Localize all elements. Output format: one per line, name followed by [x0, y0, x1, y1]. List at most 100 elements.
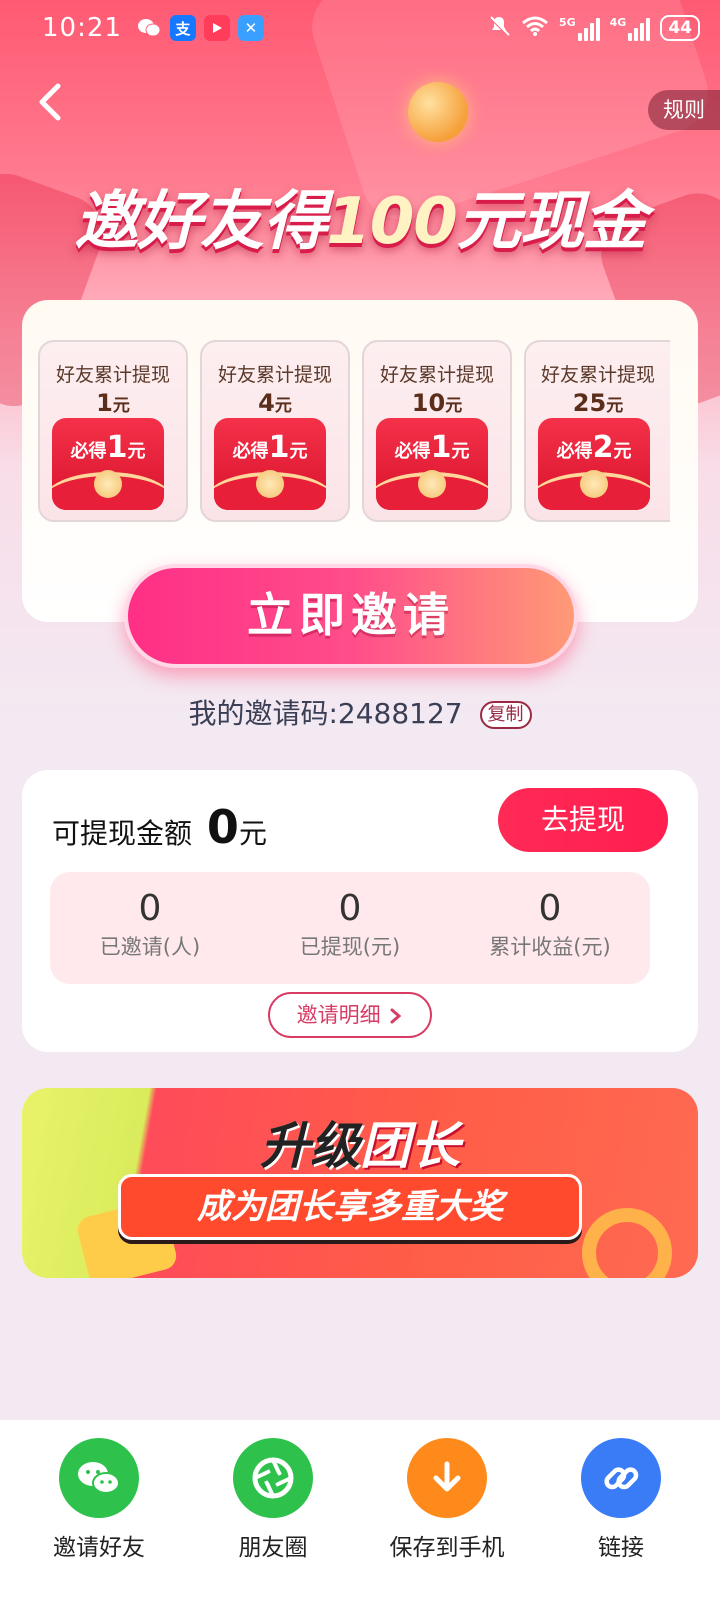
app-notification-icon: ✕ [237, 15, 264, 41]
network-type: 5G [558, 15, 576, 29]
network-type: 4G [609, 15, 627, 29]
banner-title-accent: 团长 [360, 1117, 460, 1175]
reward-tier: 好友累计提现 1元 必得1元 [38, 340, 188, 522]
banner-title-text: 升级 [260, 1117, 360, 1175]
tier-label: 好友累计提现 [217, 364, 332, 386]
stat-label: 已提现(元) [299, 935, 401, 959]
withdrawable-label: 可提现金额 [52, 817, 193, 850]
stat-value: 0 [138, 888, 162, 929]
battery-indicator: 44 [660, 15, 700, 41]
tier-amount-unit: 元 [274, 396, 292, 416]
reward-tier: 好友累计提现 4元 必得1元 [200, 340, 350, 522]
tier-amount-unit: 元 [606, 396, 624, 416]
banner-decoration [582, 1208, 672, 1278]
reward-prefix: 必得 [556, 441, 593, 462]
stat-total-earnings: 0 累计收益(元) [450, 872, 650, 984]
wifi-icon [521, 15, 549, 41]
tier-amount-value: 4 [258, 389, 275, 417]
invite-code-label: 我的邀请码: [188, 697, 338, 730]
reward-unit: 元 [451, 441, 470, 462]
stat-label: 已邀请(人) [99, 935, 201, 959]
moments-icon [233, 1438, 313, 1518]
tier-amount-value: 1 [96, 389, 113, 417]
red-envelope-icon: 必得1元 [376, 418, 488, 510]
envelope-seal [256, 470, 284, 498]
wechat-icon [59, 1438, 139, 1518]
hero-title-amount: 100 [326, 185, 458, 259]
stat-value: 0 [338, 888, 362, 929]
withdraw-button[interactable]: 去提现 [498, 788, 668, 852]
upgrade-leader-banner[interactable]: 升级团长 成为团长享多重大奖 [22, 1088, 698, 1278]
tier-label: 好友累计提现 [540, 364, 655, 386]
hero-title-text: 元现金 [456, 185, 647, 259]
withdrawable-unit: 元 [238, 817, 267, 850]
invite-code-row: 我的邀请码:2488127 复制 [0, 692, 720, 732]
share-save-to-phone[interactable]: 保存到手机 [360, 1420, 534, 1612]
invite-now-button[interactable]: 立即邀请 [124, 564, 578, 668]
stat-label: 累计收益(元) [489, 935, 611, 959]
share-wechat-friends[interactable]: 邀请好友 [12, 1420, 186, 1612]
withdrawable-amount: 可提现金额 0元 [52, 800, 267, 854]
stat-value: 0 [538, 888, 562, 929]
hero-title: 邀好友得100元现金 [0, 170, 720, 262]
status-time: 10:21 [42, 13, 122, 43]
envelope-seal [418, 470, 446, 498]
red-envelope-icon: 必得2元 [538, 418, 650, 510]
back-button[interactable] [34, 80, 74, 124]
reward-value: 1 [430, 430, 452, 465]
withdrawable-value: 0 [206, 800, 239, 854]
reward-tier-list: 好友累计提现 1元 必得1元 好友累计提现 4元 必得1元 好友累计提现 10元 [38, 340, 670, 522]
link-icon [581, 1438, 661, 1518]
video-notification-icon [203, 15, 230, 41]
reward-prefix: 必得 [70, 441, 107, 462]
coin-bag-icon [408, 82, 468, 142]
status-bar: 10:21 支 ✕ 5G 4G 44 [0, 0, 720, 56]
reward-prefix: 必得 [232, 441, 269, 462]
share-label: 邀请好友 [53, 1535, 145, 1561]
mute-icon [487, 14, 511, 42]
tier-amount: 4元 [202, 389, 348, 417]
back-arrow-icon [39, 83, 61, 121]
tier-label: 好友累计提现 [379, 364, 494, 386]
chevron-right-icon [390, 1008, 402, 1024]
share-link[interactable]: 链接 [534, 1420, 708, 1612]
reward-value: 1 [106, 430, 128, 465]
signal-bars-icon [577, 17, 600, 41]
signal-bars-icon [628, 17, 651, 41]
share-label: 保存到手机 [389, 1535, 505, 1561]
status-app-icons: 支 ✕ [136, 15, 264, 41]
reward-tier: 好友累计提现 10元 必得1元 [362, 340, 512, 522]
wechat-notification-icon [136, 15, 162, 41]
rules-button[interactable]: 规则 [648, 90, 720, 130]
stats-panel: 0 已邀请(人) 0 已提现(元) 0 累计收益(元) [50, 872, 650, 984]
share-moments[interactable]: 朋友圈 [186, 1420, 360, 1612]
reward-tier: 好友累计提现 25元 必得2元 [524, 340, 670, 522]
tier-amount: 10元 [364, 389, 510, 417]
tier-amount-unit: 元 [445, 396, 463, 416]
tier-amount-value: 25 [572, 389, 607, 417]
alipay-notification-icon: 支 [169, 15, 196, 41]
tier-amount: 25元 [526, 389, 670, 417]
envelope-seal [580, 470, 608, 498]
banner-title: 升级团长 [22, 1106, 698, 1178]
copy-code-button[interactable]: 复制 [479, 701, 532, 729]
banner-subtitle: 成为团长享多重大奖 [118, 1174, 582, 1240]
invite-details-label: 邀请明细 [296, 1003, 381, 1027]
red-envelope-icon: 必得1元 [214, 418, 326, 510]
reward-unit: 元 [613, 441, 632, 462]
reward-value: 2 [592, 430, 614, 465]
invite-details-button[interactable]: 邀请明细 [268, 992, 432, 1038]
tier-amount-value: 10 [411, 389, 446, 417]
share-label: 朋友圈 [238, 1535, 308, 1561]
reward-value: 1 [268, 430, 290, 465]
share-bar: 邀请好友 朋友圈 保存到手机 链接 [0, 1420, 720, 1612]
envelope-reward: 必得1元 [214, 430, 326, 465]
tier-amount: 1元 [40, 389, 186, 417]
stat-invited: 0 已邀请(人) [50, 872, 250, 984]
envelope-reward: 必得1元 [52, 430, 164, 465]
status-indicators: 5G 4G 44 [487, 14, 700, 42]
invite-code-value: 2488127 [337, 697, 463, 730]
stat-withdrawn: 0 已提现(元) [250, 872, 450, 984]
reward-prefix: 必得 [394, 441, 431, 462]
red-envelope-icon: 必得1元 [52, 418, 164, 510]
